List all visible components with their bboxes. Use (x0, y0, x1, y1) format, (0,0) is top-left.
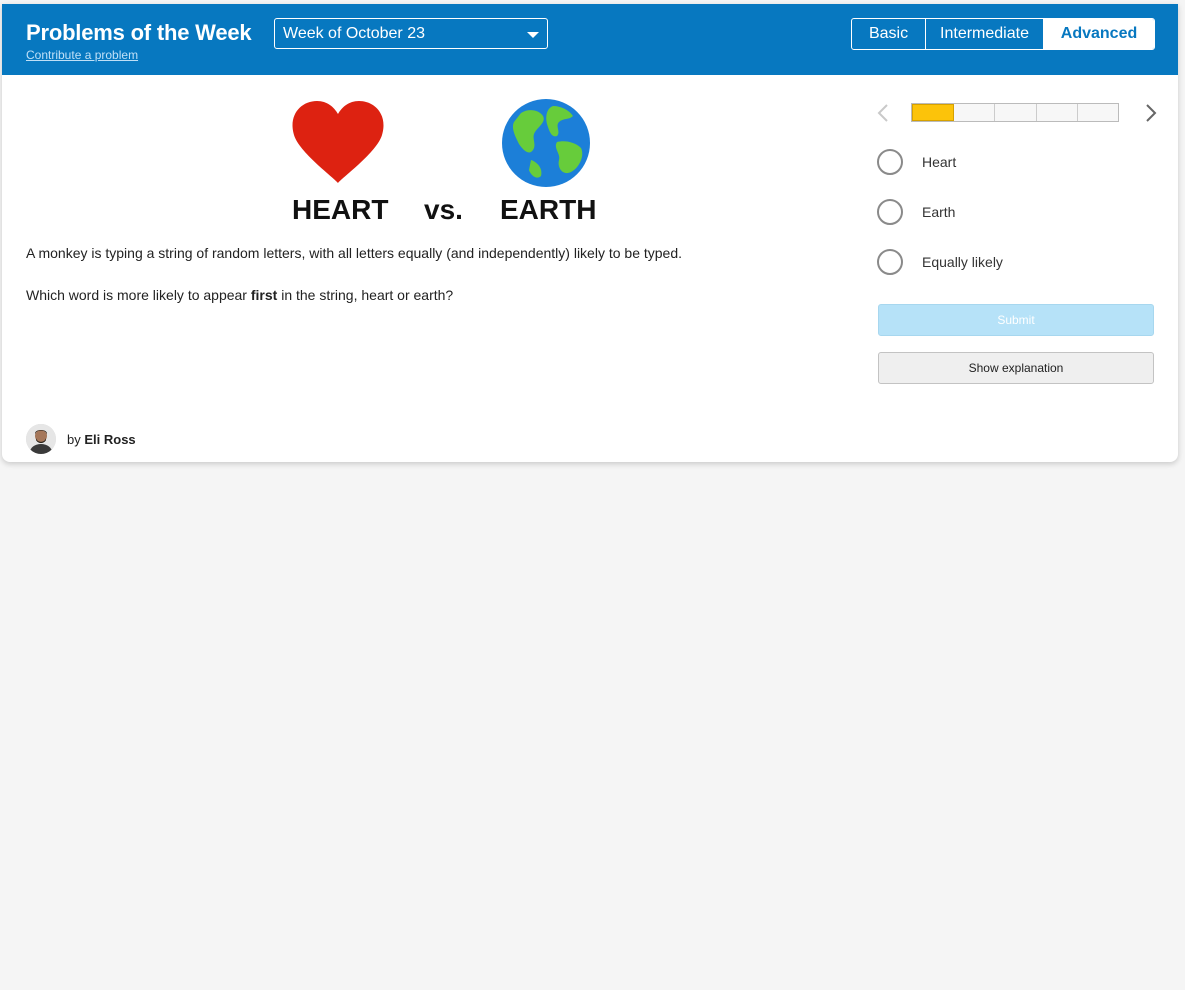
progress-segment[interactable] (1037, 104, 1078, 121)
chevron-down-icon (527, 32, 539, 38)
radio-circle[interactable] (877, 249, 903, 275)
chevron-right-icon[interactable] (1140, 102, 1160, 124)
question-text-before: Which word is more likely to appear (26, 287, 251, 303)
progress-segment[interactable] (912, 104, 955, 121)
submit-button[interactable]: Submit (878, 304, 1154, 336)
radio-circle[interactable] (877, 149, 903, 175)
vs-label: vs. (424, 194, 463, 225)
week-select[interactable]: Week of October 23 (274, 18, 548, 49)
globe-icon (502, 99, 590, 187)
problem-figure: HEART vs. EARTH (288, 99, 598, 230)
problem-card: Problems of the Week Contribute a proble… (2, 4, 1178, 462)
option-label: Equally likely (922, 254, 1003, 270)
problem-statement: A monkey is typing a string of random le… (26, 245, 683, 261)
author-prefix: by (67, 432, 81, 447)
progress-segment[interactable] (995, 104, 1037, 121)
avatar (26, 424, 56, 454)
option-heart[interactable]: Heart (877, 148, 1157, 178)
problem-question: Which word is more likely to appear firs… (26, 287, 826, 303)
chevron-left-icon[interactable] (874, 102, 894, 124)
heart-label: HEART (292, 194, 389, 225)
progress-segment[interactable] (954, 104, 996, 121)
problem-progress (911, 103, 1119, 122)
page-title: Problems of the Week (26, 20, 252, 45)
earth-label: EARTH (500, 194, 597, 225)
option-label: Earth (922, 204, 956, 220)
tab-basic[interactable]: Basic (852, 19, 926, 49)
author-name[interactable]: Eli Ross (84, 432, 135, 447)
option-label: Heart (922, 154, 957, 170)
tab-advanced[interactable]: Advanced (1044, 19, 1154, 49)
tab-intermediate[interactable]: Intermediate (926, 19, 1044, 49)
person-icon (26, 424, 56, 454)
option-earth[interactable]: Earth (877, 198, 1157, 228)
header-bar: Problems of the Week Contribute a proble… (2, 4, 1178, 75)
contribute-link[interactable]: Contribute a problem (26, 48, 138, 62)
option-equally-likely[interactable]: Equally likely (877, 248, 1157, 278)
question-emphasis: first (250, 287, 278, 303)
show-explanation-button[interactable]: Show explanation (878, 352, 1154, 384)
progress-segment[interactable] (1078, 104, 1118, 121)
question-text-after: in the string, heart or earth? (277, 287, 454, 303)
radio-circle[interactable] (877, 199, 903, 225)
level-tabs: Basic Intermediate Advanced (851, 18, 1155, 50)
author-text: by Eli Ross (67, 432, 136, 447)
week-select-value: Week of October 23 (283, 25, 425, 42)
heart-icon (292, 101, 384, 183)
